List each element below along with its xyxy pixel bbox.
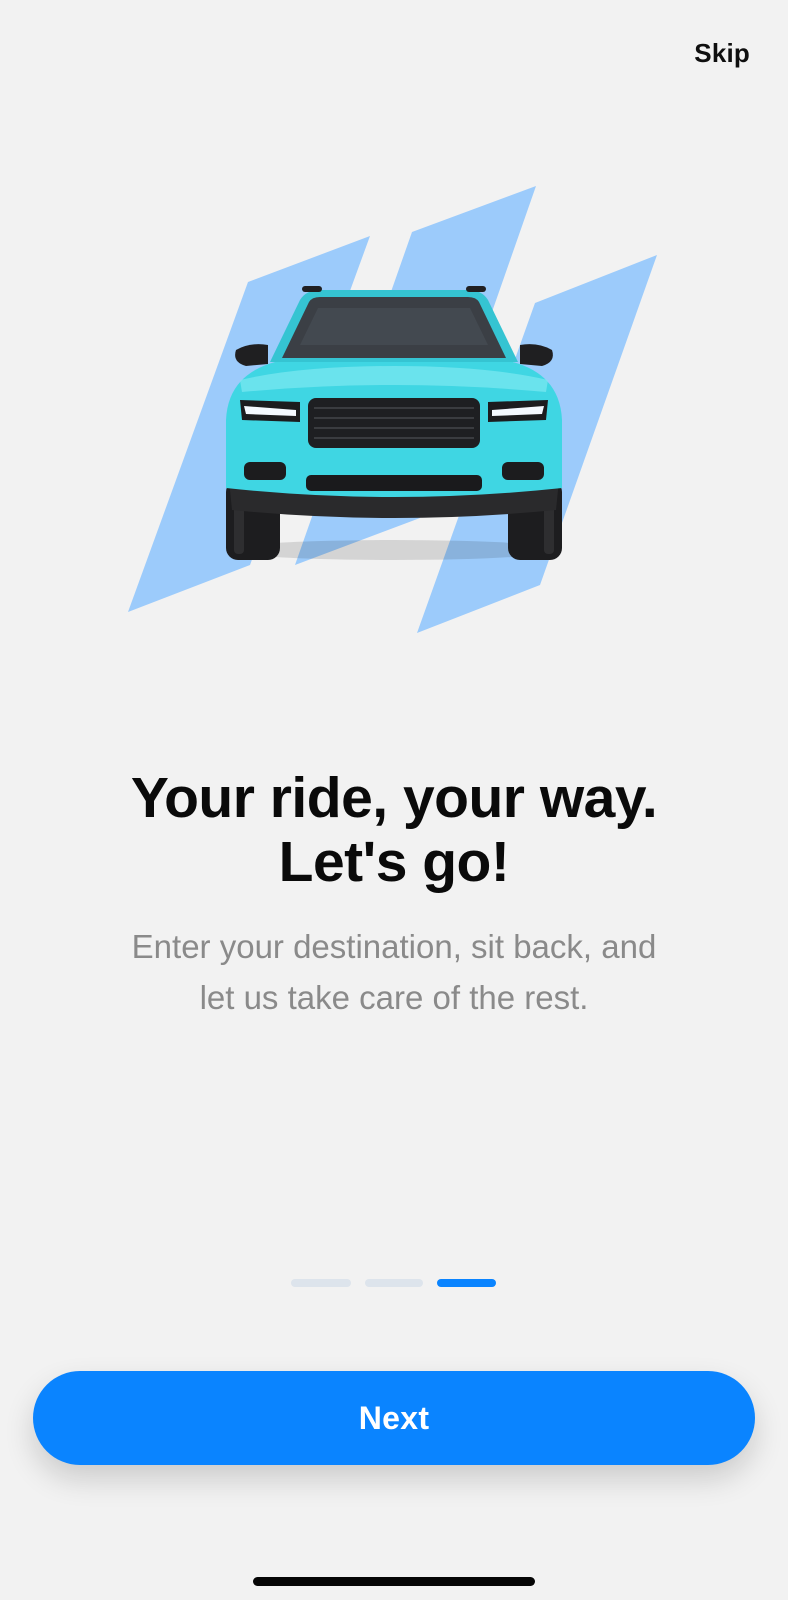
page-dot-3-active [437, 1279, 496, 1287]
next-button[interactable]: Next [33, 1371, 755, 1465]
onboarding-subtitle: Enter your destination, sit back, and le… [0, 921, 788, 1023]
onboarding-title: Your ride, your way. Let's go! [0, 766, 788, 894]
skip-button[interactable]: Skip [694, 38, 750, 69]
home-indicator [253, 1577, 535, 1586]
page-dot-2 [365, 1279, 423, 1287]
car-illustration [128, 186, 657, 633]
page-dot-1 [291, 1279, 351, 1287]
subtitle-line-1: Enter your destination, sit back, and [131, 928, 657, 965]
title-line-1: Your ride, your way. [130, 766, 658, 830]
title-line-2: Let's go! [278, 830, 510, 894]
page-indicator [291, 1279, 496, 1287]
subtitle-line-2: let us take care of the rest. [199, 979, 589, 1016]
